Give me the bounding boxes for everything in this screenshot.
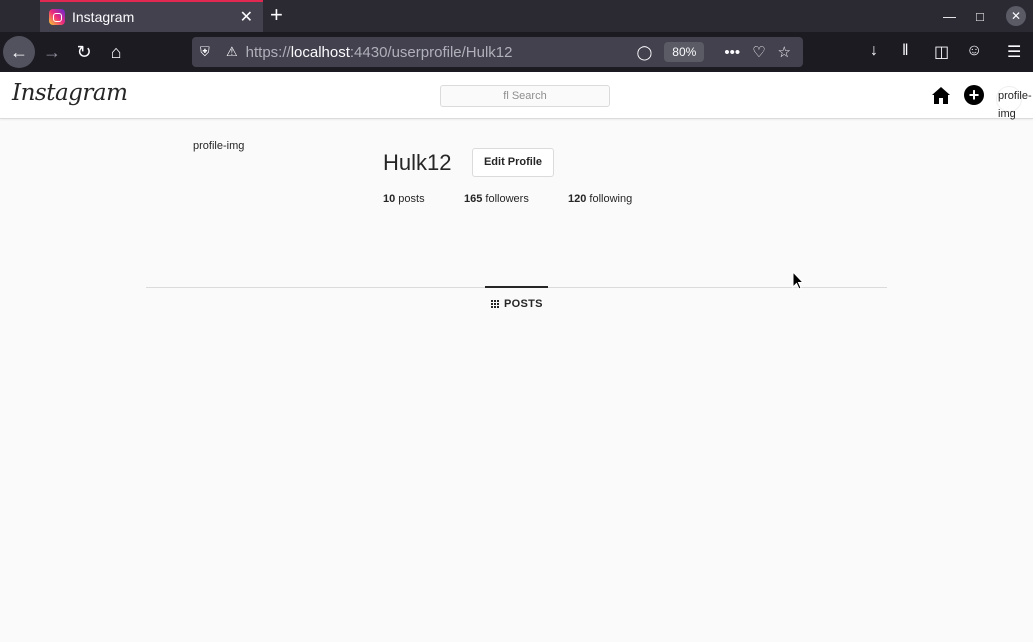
browser-tab[interactable]: Instagram ✕ [40, 0, 263, 32]
downloads-icon[interactable]: ↓ [870, 42, 878, 60]
tab-posts-label: POSTS [504, 298, 543, 310]
posts-count-stat: 10 posts [383, 193, 425, 205]
posts-count: 10 [383, 193, 396, 205]
edit-profile-button[interactable]: Edit Profile [472, 148, 554, 177]
search-input[interactable]: fl Search [440, 85, 610, 107]
sidebar-icon[interactable]: ◫ [934, 42, 949, 62]
header-avatar-alt: profile-img [998, 90, 1032, 120]
followers-count-stat[interactable]: 165 followers [464, 193, 529, 205]
url-path: :4430/userprofile/Hulk12 [349, 43, 513, 61]
url-text[interactable]: https://localhost:4430/userprofile/Hulk1… [246, 44, 637, 61]
url-host: localhost [290, 43, 350, 61]
tab-title: Instagram [72, 9, 135, 25]
instagram-logo[interactable]: Instagram [12, 80, 128, 106]
account-icon[interactable]: ☺ [966, 42, 982, 60]
close-window-button[interactable]: ✕ [1006, 0, 1026, 32]
following-count: 120 [568, 193, 587, 205]
home-nav-icon[interactable] [930, 84, 952, 106]
bookmark-star-icon[interactable]: ☆ [778, 43, 791, 61]
instagram-favicon-icon [49, 9, 65, 25]
tab-posts[interactable]: POSTS [491, 298, 543, 310]
minimize-window-icon[interactable]: — [943, 0, 956, 32]
posts-label: posts [395, 193, 425, 205]
browser-tab-bar: Instagram ✕ + — □ ✕ [0, 0, 1033, 32]
browser-nav-bar: ← → ↻ ⌂ ⛨ ⚠ https://localhost:4430/userp… [0, 32, 1033, 72]
following-count-stat[interactable]: 120 following [568, 193, 632, 205]
new-tab-button[interactable]: + [270, 4, 283, 26]
mouse-cursor-icon [792, 271, 804, 290]
following-label: following [586, 193, 633, 205]
active-tab-indicator [485, 286, 548, 288]
reader-bulb-icon[interactable]: ◯ [637, 44, 653, 61]
header-avatar[interactable]: profile-img [996, 86, 1032, 120]
home-icon[interactable]: ⌂ [100, 36, 132, 68]
more-actions-icon[interactable]: ••• [724, 44, 740, 61]
grid-icon [491, 299, 501, 309]
profile-image: profile-img [193, 140, 245, 152]
forward-arrow-icon[interactable]: → [36, 36, 68, 68]
pocket-icon[interactable]: ♡ [752, 43, 765, 61]
insecure-lock-icon[interactable]: ⚠ [226, 44, 238, 60]
followers-label: followers [482, 193, 529, 205]
close-window-icon: ✕ [1006, 6, 1026, 26]
reload-icon[interactable]: ↻ [68, 36, 100, 68]
maximize-window-icon[interactable]: □ [976, 0, 984, 32]
profile-username: Hulk12 [383, 150, 452, 175]
followers-count: 165 [464, 193, 483, 205]
tab-close-icon[interactable]: ✕ [240, 7, 253, 27]
tracking-shield-icon[interactable]: ⛨ [200, 44, 214, 60]
zoom-level-button[interactable]: 80% [664, 42, 705, 62]
url-bar[interactable]: ⛨ ⚠ https://localhost:4430/userprofile/H… [192, 37, 803, 67]
url-prefix: https:// [245, 43, 291, 61]
add-post-icon[interactable]: + [963, 84, 985, 106]
app-header: Instagram fl Search + profile-img [0, 72, 1033, 120]
library-icon[interactable]: ‖ [902, 42, 909, 60]
menu-hamburger-icon[interactable]: ☰ [1007, 42, 1021, 62]
back-arrow-icon[interactable]: ← [3, 36, 35, 68]
